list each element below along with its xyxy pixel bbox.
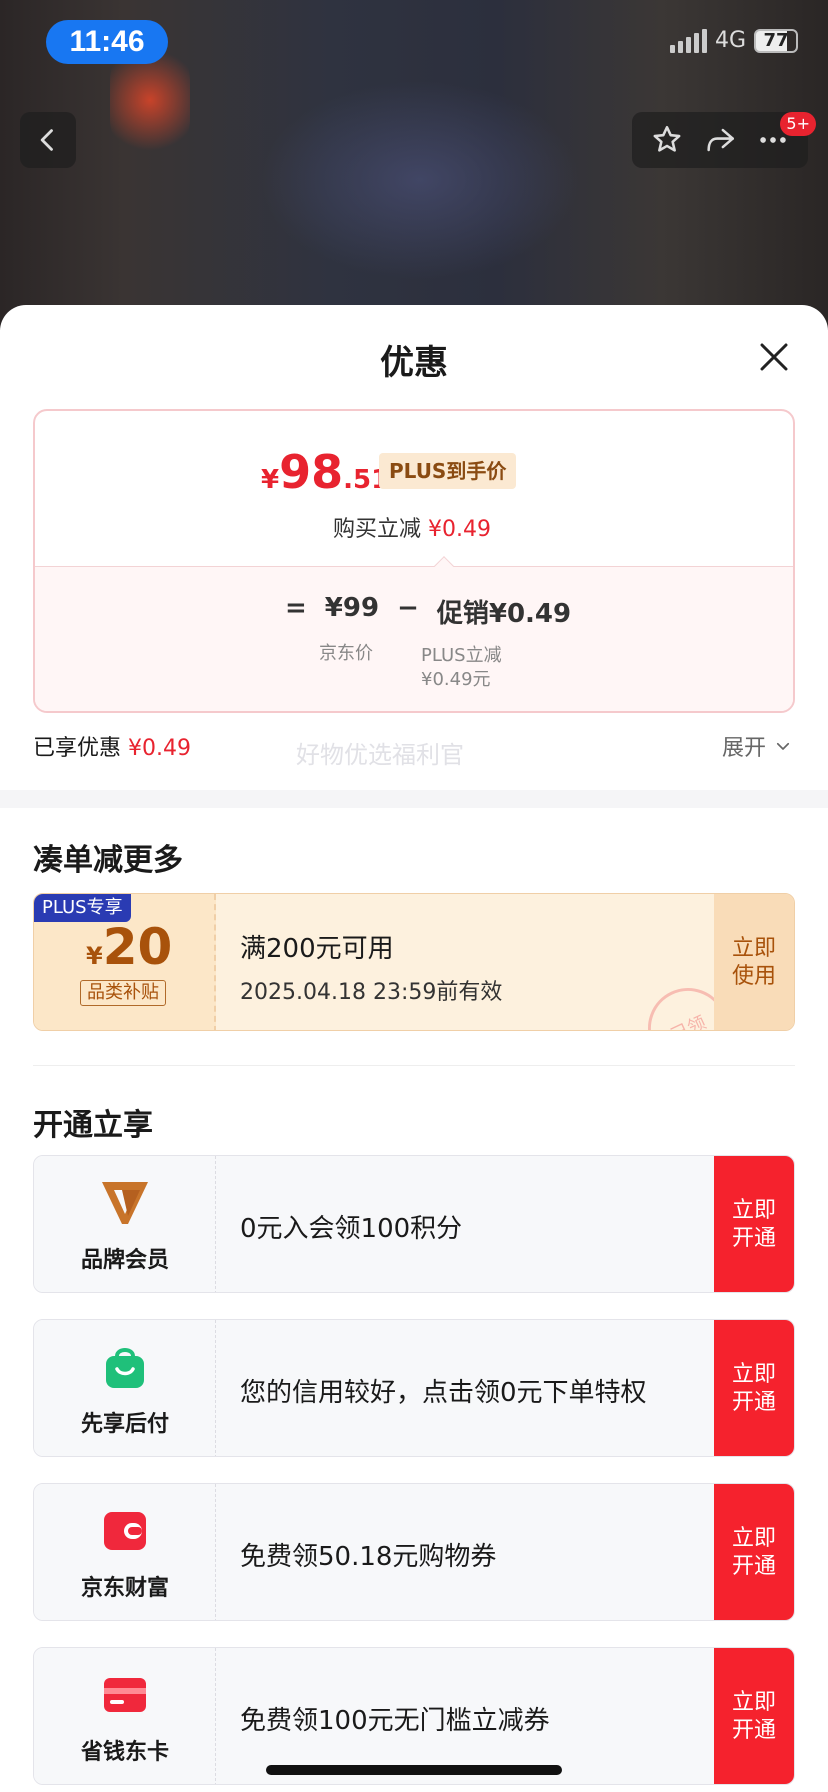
open-item-desc: 免费领50.18元购物券 — [240, 1542, 497, 1572]
use-coupon-button[interactable]: 立即使用 — [714, 894, 794, 1030]
section-divider — [0, 790, 828, 808]
plus-reduce-amount: ¥0.49元 — [421, 669, 491, 690]
open-now-button[interactable]: 立即开通 — [714, 1648, 794, 1784]
coupon-condition: 满200元可用 — [240, 934, 394, 964]
price-breakdown-card: ¥ 98 .51 PLUS到手价 购买立减 ¥0.49 = ¥99 − 促销¥0… — [33, 409, 795, 713]
back-button[interactable] — [20, 112, 76, 168]
card-icon — [104, 1678, 146, 1712]
expand-label: 展开 — [721, 736, 766, 761]
status-icons: 4G 77 — [669, 28, 798, 53]
battery-level: 77 — [763, 30, 789, 51]
open-item-brand-member: 品牌会员 0元入会领100积分 立即开通 — [33, 1155, 795, 1293]
price-yen: ¥ — [261, 465, 280, 495]
green-bag-icon — [106, 1348, 144, 1388]
open-item-desc: 您的信用较好，点击领0元下单特权 — [240, 1378, 647, 1408]
wallet-icon — [104, 1512, 146, 1550]
message-badge: 5+ — [780, 112, 816, 136]
coupon-valid-until: 2025.04.18 23:59前有效 — [240, 980, 503, 1005]
open-item-desc: 0元入会领100积分 — [240, 1214, 463, 1244]
open-item-left: 京东财富 — [34, 1484, 216, 1620]
price-formula: = ¥99 − 促销¥0.49 京东价 PLUS立减 ¥0.49元 — [35, 566, 793, 711]
watermark-text: 好物优选福利官 — [296, 741, 464, 769]
open-now-button[interactable]: 立即开通 — [714, 1320, 794, 1456]
open-now-button[interactable]: 立即开通 — [714, 1484, 794, 1620]
background-glow-2 — [260, 80, 580, 280]
buy-reduce-label: 购买立减 — [333, 517, 422, 542]
expand-button[interactable]: 展开 — [722, 730, 792, 762]
coupon-number: 20 — [102, 918, 173, 976]
open-item-name: 先享后付 — [80, 1412, 169, 1437]
home-indicator — [266, 1765, 562, 1775]
coupon-card: PLUS专享 ¥ 20 品类补贴 满200元可用 2025.04.18 23:5… — [33, 893, 795, 1031]
price-summary: ¥ 98 .51 PLUS到手价 购买立减 ¥0.49 — [35, 411, 793, 566]
open-item-name: 品牌会员 — [80, 1248, 169, 1273]
jd-price: ¥99 — [324, 593, 380, 623]
chevron-left-icon — [40, 129, 53, 151]
formula-equals: = — [285, 593, 307, 623]
open-section-title: 开通立享 — [33, 1108, 153, 1143]
open-item-jd-finance: 京东财富 免费领50.18元购物券 立即开通 — [33, 1483, 795, 1621]
open-item-name: 京东财富 — [80, 1576, 169, 1601]
thin-divider — [33, 1065, 795, 1066]
buy-reduce: 购买立减 ¥0.49 — [333, 511, 491, 543]
price-integer: 98 — [279, 445, 344, 499]
network-label: 4G — [714, 28, 746, 53]
plus-price-tag: PLUS到手价 — [379, 453, 517, 489]
sheet-title: 优惠 — [380, 343, 448, 383]
coupon-value: PLUS专享 ¥ 20 品类补贴 — [34, 894, 216, 1030]
promo-amount: 促销¥0.49 — [436, 599, 572, 629]
open-item-desc: 免费领100元无门槛立减券 — [240, 1706, 550, 1736]
bundle-section-title: 凑单减更多 — [33, 843, 183, 878]
open-item-name: 省钱东卡 — [80, 1740, 169, 1765]
battery-icon: 77 — [754, 28, 798, 53]
coupon-amount: ¥ 20 — [86, 918, 172, 976]
close-icon[interactable] — [756, 339, 792, 375]
formula-line: = ¥99 − 促销¥0.49 — [285, 593, 571, 630]
open-item-left: 先享后付 — [34, 1320, 216, 1456]
jd-price-label: 京东价 — [319, 643, 373, 664]
open-item-left: 省钱东卡 — [34, 1648, 216, 1784]
status-time: 11:46 — [46, 20, 168, 64]
plus-reduce-label: PLUS立减 — [421, 645, 502, 666]
discount-sheet: 优惠 ¥ 98 .51 PLUS到手价 购买立减 ¥0.49 = ¥99 − 促… — [0, 305, 828, 1792]
chevron-down-icon — [776, 742, 790, 750]
coupon-yen: ¥ — [86, 942, 103, 970]
enjoyed-amount: ¥0.49 — [128, 736, 191, 761]
buy-reduce-amount: ¥0.49 — [428, 517, 491, 542]
formula-minus: − — [397, 593, 419, 623]
star-icon[interactable] — [650, 123, 684, 157]
final-price: ¥ 98 .51 — [261, 445, 389, 499]
share-icon[interactable] — [703, 123, 737, 157]
open-item-left: 品牌会员 — [34, 1156, 216, 1292]
enjoyed-discount: 已享优惠 ¥0.49 — [33, 730, 191, 762]
coupon-category: 品类补贴 — [80, 980, 166, 1006]
signal-icon — [669, 28, 707, 53]
enjoyed-label: 已享优惠 — [33, 736, 122, 761]
brand-v-icon — [102, 1182, 148, 1224]
open-now-button[interactable]: 立即开通 — [714, 1156, 794, 1292]
open-item-pay-later: 先享后付 您的信用较好，点击领0元下单特权 立即开通 — [33, 1319, 795, 1457]
